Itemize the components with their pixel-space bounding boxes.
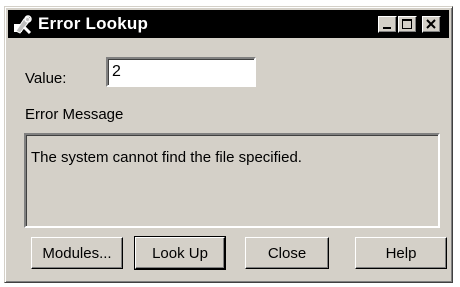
look-up-button[interactable]: Look Up <box>134 236 226 270</box>
value-input[interactable]: 2 <box>106 57 256 87</box>
maximize-button[interactable] <box>398 16 417 33</box>
close-window-button[interactable] <box>422 16 441 33</box>
close-icon <box>426 19 436 29</box>
minimize-icon <box>383 27 391 29</box>
close-button[interactable]: Close <box>245 237 329 269</box>
value-label: Value: <box>25 70 67 87</box>
window-title: Error Lookup <box>38 14 149 33</box>
error-message-text: The system cannot find the file specifie… <box>31 149 302 166</box>
error-lookup-window: Error Lookup Value: 2 Error Message The … <box>4 6 453 283</box>
tools-icon <box>14 15 32 35</box>
maximize-icon <box>402 19 412 29</box>
modules-button[interactable]: Modules... <box>31 237 123 269</box>
title-bar[interactable]: Error Lookup <box>8 10 449 38</box>
error-message-label: Error Message <box>25 106 124 123</box>
minimize-button[interactable] <box>378 16 397 33</box>
help-button[interactable]: Help <box>355 237 447 269</box>
error-message-box: The system cannot find the file specifie… <box>24 133 440 228</box>
